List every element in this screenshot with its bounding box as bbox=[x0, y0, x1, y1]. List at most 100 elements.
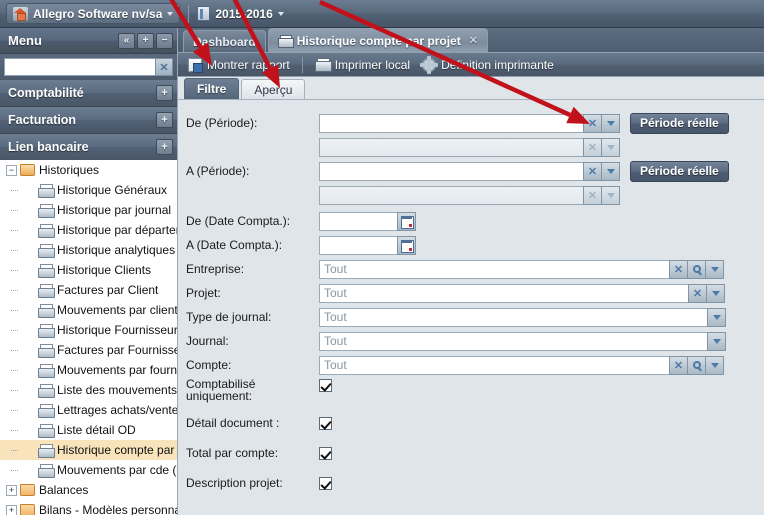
tree-item[interactable]: + Bilans - Modèles personnalis bbox=[0, 500, 177, 515]
sidebar-group-comptabilite[interactable]: Comptabilité + bbox=[0, 80, 177, 107]
tree-item[interactable]: Historique analytiques bbox=[0, 240, 177, 260]
tab-apercu[interactable]: Aperçu bbox=[241, 79, 306, 99]
chevron-down-icon[interactable] bbox=[601, 161, 620, 181]
group-toggle-icon[interactable]: + bbox=[156, 112, 173, 128]
project-description-checkbox[interactable] bbox=[319, 476, 332, 490]
chevron-down-icon[interactable] bbox=[601, 185, 620, 205]
clear-search-icon[interactable]: ✕ bbox=[155, 58, 173, 76]
tree-toggle-icon[interactable]: + bbox=[6, 484, 17, 496]
magnifier-icon[interactable] bbox=[687, 355, 706, 375]
close-icon[interactable]: ✕ bbox=[469, 34, 478, 47]
group-toggle-icon[interactable]: + bbox=[156, 139, 173, 155]
chevron-down-icon[interactable] bbox=[601, 113, 620, 133]
clear-x-icon[interactable]: ✕ bbox=[669, 259, 688, 279]
group-toggle-icon[interactable]: + bbox=[156, 85, 173, 101]
period-from-label: De (Période): bbox=[186, 116, 258, 130]
clear-x-icon[interactable]: ✕ bbox=[583, 113, 602, 133]
real-period-button-to[interactable]: Période réelle bbox=[630, 160, 729, 182]
doc-detail-checkbox[interactable] bbox=[319, 416, 332, 430]
tree-item[interactable]: Lettrages achats/ventes bbox=[0, 400, 177, 420]
chevron-down-icon[interactable] bbox=[705, 355, 724, 375]
chevron-down-icon[interactable] bbox=[707, 307, 726, 327]
printer-icon bbox=[38, 263, 55, 278]
tree-toggle-icon[interactable]: − bbox=[6, 164, 17, 176]
company-input[interactable] bbox=[319, 259, 670, 279]
field-row-project-description: Description projet: bbox=[178, 472, 764, 494]
tree-item[interactable]: − Historiques bbox=[0, 160, 177, 180]
tree-item[interactable]: Liste détail OD bbox=[0, 420, 177, 440]
posted-only-checkbox[interactable] bbox=[319, 379, 332, 392]
period-to-sub-input[interactable] bbox=[319, 185, 584, 205]
clear-x-icon[interactable]: ✕ bbox=[669, 355, 688, 375]
clear-x-icon[interactable]: ✕ bbox=[583, 161, 602, 181]
sidebar-group-lien-bancaire[interactable]: Lien bancaire + bbox=[0, 134, 177, 161]
tree-item[interactable]: Mouvements par fourniss bbox=[0, 360, 177, 380]
show-report-button[interactable]: Montrer rapport bbox=[184, 55, 294, 75]
tree-item-label: Mouvements par cde (clie bbox=[57, 463, 177, 477]
tree-item[interactable]: Historique par département bbox=[0, 220, 177, 240]
date-from-input[interactable] bbox=[319, 211, 398, 231]
tree-item[interactable]: Factures par Client bbox=[0, 280, 177, 300]
tree-item[interactable]: Historique compte par pro bbox=[0, 440, 177, 460]
period-from-input[interactable] bbox=[319, 113, 584, 133]
field-row-period-to-sub: ✕ bbox=[178, 184, 764, 206]
clear-x-icon[interactable]: ✕ bbox=[688, 283, 707, 303]
clear-x-icon[interactable]: ✕ bbox=[583, 185, 602, 205]
field-row-doc-detail: Détail document : bbox=[178, 412, 764, 434]
print-local-button[interactable]: Imprimer local bbox=[311, 55, 414, 75]
toolbar-divider bbox=[301, 56, 303, 73]
tree-item[interactable]: Mouvements par cde (clie bbox=[0, 460, 177, 480]
tree-item[interactable]: Historique Généraux bbox=[0, 180, 177, 200]
company-selector-button[interactable]: Allegro Software nv/sa bbox=[6, 3, 181, 24]
tree-item-label: Mouvements par fourniss bbox=[57, 363, 177, 377]
magnifier-icon[interactable] bbox=[687, 259, 706, 279]
tree-item[interactable]: Historique Fournisseurs bbox=[0, 320, 177, 340]
tab-historique-compte-par-projet[interactable]: Historique compte par projet ✕ bbox=[267, 28, 488, 52]
clear-x-icon[interactable]: ✕ bbox=[583, 137, 602, 157]
tree-toggle-icon[interactable]: + bbox=[6, 504, 17, 515]
chevron-down-icon[interactable] bbox=[706, 283, 725, 303]
real-period-button-from[interactable]: Période réelle bbox=[630, 112, 729, 134]
field-row-date-from: De (Date Compta.): bbox=[178, 210, 764, 232]
tree-item-label: Historique Généraux bbox=[57, 183, 168, 197]
tree-item[interactable]: Mouvements par client (L bbox=[0, 300, 177, 320]
sidebar-group-facturation[interactable]: Facturation + bbox=[0, 107, 177, 134]
collapse-sidebar-button[interactable]: « bbox=[118, 32, 135, 49]
tree-item-label: Factures par Fournisseur bbox=[57, 343, 177, 357]
date-to-input[interactable] bbox=[319, 235, 398, 255]
period-from-sub-input[interactable] bbox=[319, 137, 584, 157]
chevron-down-icon[interactable] bbox=[705, 259, 724, 279]
journal-type-input[interactable] bbox=[319, 307, 708, 327]
menu-search-input[interactable] bbox=[4, 58, 156, 76]
tab-filtre[interactable]: Filtre bbox=[184, 78, 240, 99]
total-per-account-checkbox[interactable] bbox=[319, 446, 332, 460]
calendar-icon[interactable] bbox=[397, 211, 416, 231]
fiscal-period-selector[interactable]: 2015-2016 bbox=[197, 6, 284, 21]
gear-icon bbox=[420, 55, 439, 74]
printer-setup-button[interactable]: Définition imprimante bbox=[418, 55, 558, 75]
period-to-input[interactable] bbox=[319, 161, 584, 181]
collapse-all-button[interactable]: − bbox=[156, 32, 173, 49]
tree-item[interactable]: Liste des mouvements let bbox=[0, 380, 177, 400]
printer-icon bbox=[38, 183, 55, 198]
journal-input[interactable] bbox=[319, 331, 708, 351]
chevron-down-icon[interactable] bbox=[601, 137, 620, 157]
printer-icon bbox=[38, 343, 55, 358]
account-input[interactable] bbox=[319, 355, 670, 375]
tree-item[interactable]: + Balances bbox=[0, 480, 177, 500]
tree-item[interactable]: Historique par journal bbox=[0, 200, 177, 220]
tree-item[interactable]: Historique Clients bbox=[0, 260, 177, 280]
tab-dashboard[interactable]: Dashboard bbox=[183, 30, 266, 52]
printer-icon bbox=[314, 58, 332, 72]
chevron-down-icon[interactable] bbox=[707, 331, 726, 351]
tree-item-label: Liste détail OD bbox=[57, 423, 136, 437]
project-input[interactable] bbox=[319, 283, 689, 303]
calendar-icon[interactable] bbox=[397, 235, 416, 255]
tree-item[interactable]: Factures par Fournisseur bbox=[0, 340, 177, 360]
printer-icon bbox=[38, 463, 55, 478]
expand-all-button[interactable]: + bbox=[137, 32, 154, 49]
tree-item-label: Historique compte par pro bbox=[57, 443, 177, 457]
company-label: Entreprise: bbox=[186, 262, 245, 276]
posted-only-label-line2: uniquement: bbox=[186, 389, 253, 403]
tree-item-label: Bilans - Modèles personnalis bbox=[39, 503, 177, 515]
